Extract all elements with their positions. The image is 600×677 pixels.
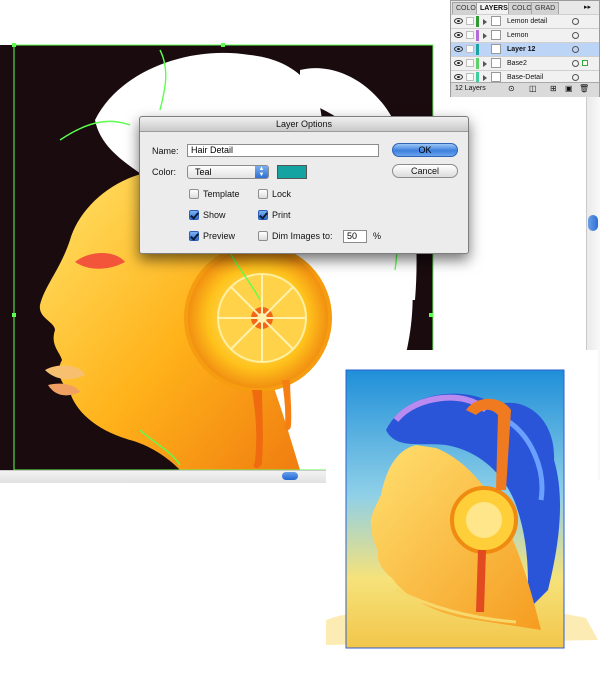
locate-object-icon[interactable]: ⊙ [508, 84, 515, 93]
lock-toggle[interactable] [466, 73, 474, 81]
layer-count: 12 Layers [455, 85, 486, 92]
cancel-button[interactable]: Cancel [392, 164, 458, 178]
layer-color-bar [476, 16, 479, 27]
panel-menu-icon[interactable]: ▸▸ [584, 3, 591, 11]
visibility-eye-icon[interactable] [454, 18, 463, 24]
layer-name: Base2 [507, 60, 527, 67]
make-clipping-mask-icon[interactable]: ◫ [529, 84, 537, 93]
layer-thumbnail [491, 58, 501, 68]
ok-button[interactable]: OK [392, 143, 458, 157]
template-checkbox[interactable] [189, 189, 199, 199]
print-label: Print [272, 210, 291, 220]
target-circle-icon[interactable] [572, 46, 579, 53]
layer-row[interactable]: Base2 [451, 56, 599, 70]
name-field[interactable] [187, 144, 379, 157]
expand-triangle-icon[interactable] [483, 33, 487, 39]
selection-indicator-icon[interactable] [582, 60, 588, 66]
preview-label: Preview [203, 231, 236, 241]
percent-unit: % [373, 231, 382, 241]
dropdown-arrows-icon: ▲ ▼ [255, 166, 268, 178]
layer-row[interactable]: Lemon [451, 28, 599, 42]
dim-images-label: Dim Images to: [272, 231, 333, 241]
show-checkbox[interactable] [189, 210, 199, 220]
layers-panel-footer: 12 Layers ⊙ ◫ ⊞ ▣ 🗑 [451, 82, 599, 97]
target-circle-icon[interactable] [572, 74, 579, 81]
print-checkbox[interactable] [258, 210, 268, 220]
target-circle-icon[interactable] [572, 32, 579, 39]
layer-row-selected[interactable]: Layer 12 [451, 42, 599, 56]
visibility-eye-icon[interactable] [454, 46, 463, 52]
layer-thumbnail [491, 16, 501, 26]
layer-name: Layer 12 [507, 46, 536, 53]
target-circle-icon[interactable] [572, 18, 579, 25]
trash-icon[interactable]: 🗑 [579, 84, 589, 93]
layer-color-bar [476, 44, 479, 55]
target-circle-icon[interactable] [572, 60, 579, 67]
expand-triangle-icon[interactable] [483, 61, 487, 67]
color-swatch[interactable] [277, 165, 307, 179]
finished-artwork-preview [326, 350, 598, 662]
layer-color-bar [476, 30, 479, 41]
layer-name: Lemon detail [507, 18, 548, 25]
lock-toggle[interactable] [466, 17, 474, 25]
layer-options-dialog: Layer Options Name: Color: Teal ▲▼ Templ… [139, 116, 469, 254]
dim-images-checkbox[interactable] [258, 231, 268, 241]
lock-toggle[interactable] [466, 59, 474, 67]
layer-name: Lemon [507, 32, 529, 39]
layers-panel: COLO LAYERS COLO GRAD ▸▸ Lemon detail Le… [450, 0, 600, 97]
vertical-scroll-thumb[interactable] [588, 215, 598, 231]
color-dropdown[interactable]: Teal ▲ ▼ [187, 165, 269, 179]
new-sublayer-icon[interactable]: ⊞ [550, 84, 557, 93]
new-layer-icon[interactable]: ▣ [565, 84, 573, 93]
lock-checkbox[interactable] [258, 189, 268, 199]
template-label: Template [203, 189, 240, 199]
layer-thumbnail [491, 30, 501, 40]
preview-checkbox[interactable] [189, 231, 199, 241]
expand-triangle-icon[interactable] [483, 19, 487, 25]
layer-thumbnail [491, 44, 501, 54]
name-label: Name: [152, 146, 179, 156]
dialog-title: Layer Options [140, 117, 468, 132]
horizontal-scroll-thumb[interactable] [282, 472, 298, 480]
layer-thumbnail [491, 72, 501, 82]
color-dropdown-value: Teal [195, 167, 212, 177]
visibility-eye-icon[interactable] [454, 32, 463, 38]
layer-color-bar [476, 58, 479, 69]
lock-toggle[interactable] [466, 31, 474, 39]
lock-label: Lock [272, 189, 292, 199]
layer-row[interactable]: Lemon detail [451, 14, 599, 28]
visibility-eye-icon[interactable] [454, 74, 463, 80]
dim-percent-field[interactable] [343, 230, 367, 243]
expand-triangle-icon[interactable] [483, 75, 487, 81]
visibility-eye-icon[interactable] [454, 60, 463, 66]
color-label: Color: [152, 167, 177, 177]
show-label: Show [203, 210, 226, 220]
lock-toggle[interactable] [466, 45, 474, 53]
